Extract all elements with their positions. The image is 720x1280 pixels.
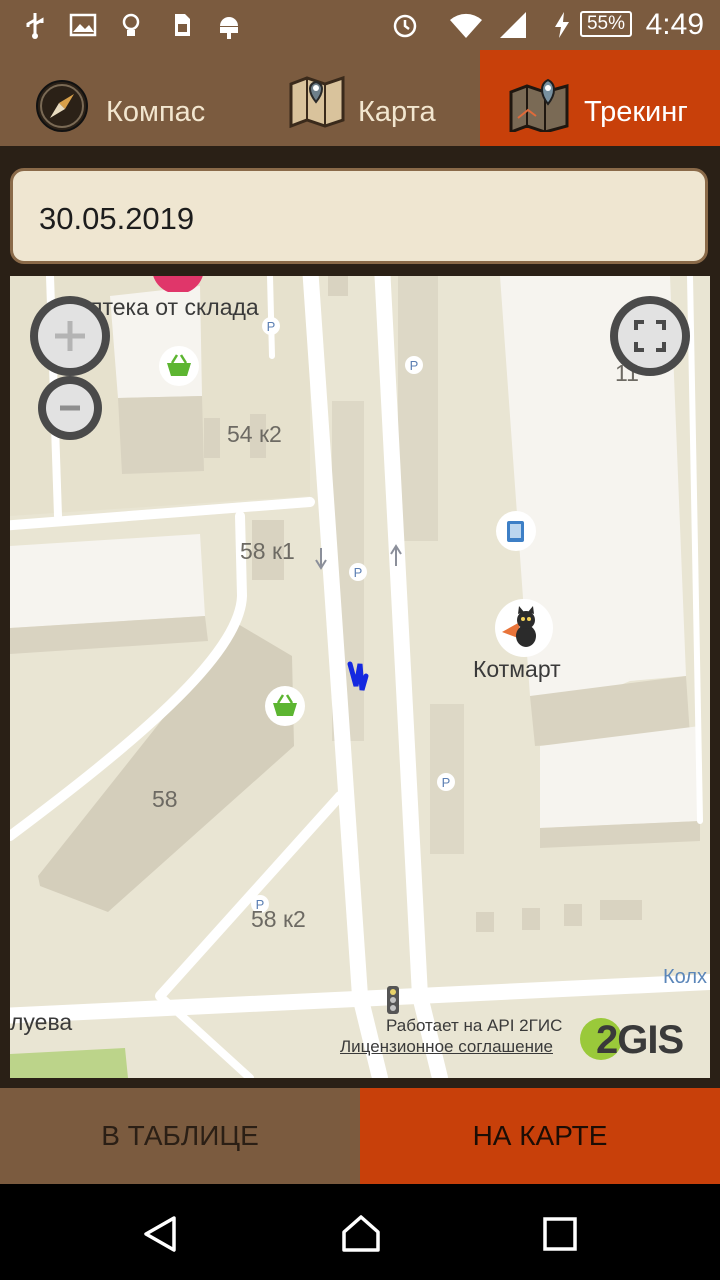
back-icon[interactable] — [140, 1214, 180, 1254]
map-view[interactable]: P P P P P птека от склада 54 к2 58 к1 58… — [10, 276, 710, 1078]
svg-text:P: P — [267, 319, 276, 334]
license-link[interactable]: Лицензионное соглашение — [340, 1037, 553, 1057]
tab-tracking[interactable]: Трекинг — [480, 50, 720, 146]
sim-card-icon — [175, 14, 190, 36]
android-icon — [220, 17, 238, 39]
zoom-out-button[interactable] — [38, 376, 102, 440]
2gis-logo: 2GIS — [596, 1018, 684, 1062]
zoom-in-button[interactable] — [30, 296, 110, 376]
minus-icon — [46, 384, 94, 432]
image-icon — [69, 13, 97, 37]
svg-text:P: P — [410, 358, 419, 373]
alarm-icon — [393, 14, 417, 38]
map-label-pharmacy: птека от склада — [90, 294, 259, 320]
plus-icon — [38, 304, 102, 368]
pharmacy-pin-icon[interactable] — [150, 276, 206, 292]
signal-icon — [500, 12, 526, 38]
grocery-basket-icon[interactable] — [264, 685, 306, 727]
map-label-street-lueva: луева — [10, 1009, 73, 1035]
tracking-content: 30.05.2019 P P P P P птека от склада 54 … — [0, 146, 720, 1088]
parking-icon: P — [437, 773, 455, 791]
map-pin-icon — [289, 75, 345, 128]
tab-map[interactable]: Карта — [240, 50, 480, 146]
date-value: 30.05.2019 — [39, 201, 195, 236]
map-label-58k2: 58 к2 — [251, 906, 306, 932]
battery-indicator: 55% — [580, 11, 632, 37]
map-label-58: 58 — [152, 786, 178, 812]
tab-compass-label: Компас — [106, 96, 206, 128]
traffic-light-icon — [387, 986, 399, 1014]
fullscreen-button[interactable] — [610, 296, 690, 376]
tab-bar: Компас Карта Трекинг — [0, 50, 720, 146]
svg-text:P: P — [442, 775, 451, 790]
parking-icon: P — [262, 317, 280, 335]
map-canvas[interactable] — [10, 276, 710, 1078]
lightbulb-icon — [122, 13, 140, 36]
navigation-bar — [0, 1184, 720, 1280]
map-label-58k1: 58 к1 — [240, 538, 295, 564]
map-label-street-kolh: Колх — [663, 966, 708, 988]
tracking-map-icon — [509, 78, 569, 132]
wifi-icon — [450, 13, 482, 38]
home-icon[interactable] — [340, 1212, 382, 1254]
clock: 4:49 — [645, 8, 704, 41]
status-bar: 55% 4:49 — [0, 0, 720, 50]
tab-map-label: Карта — [358, 96, 436, 128]
date-selector[interactable]: 30.05.2019 — [10, 168, 708, 264]
parking-icon: P — [349, 563, 367, 581]
show-on-map-button[interactable]: НА КАРТЕ — [360, 1088, 720, 1184]
parking-icon: P — [405, 356, 423, 374]
attribution-api: Работает на API 2ГИС — [386, 1016, 563, 1035]
tab-compass[interactable]: Компас — [0, 50, 240, 146]
charging-icon — [555, 12, 569, 38]
show-in-table-button[interactable]: В ТАБЛИЦЕ — [0, 1088, 360, 1184]
map-label-54k2: 54 к2 — [227, 421, 282, 447]
kotmart-cat-icon[interactable] — [494, 598, 554, 658]
book-shop-icon[interactable] — [495, 510, 537, 552]
compass-icon — [36, 80, 88, 132]
map-label-kotmart: Котмарт — [473, 656, 561, 682]
grocery-basket-icon[interactable] — [158, 345, 200, 387]
svg-text:P: P — [354, 565, 363, 580]
fullscreen-icon — [618, 304, 682, 368]
recents-icon[interactable] — [542, 1216, 578, 1252]
usb-icon — [26, 13, 44, 39]
tab-tracking-label: Трекинг — [584, 96, 688, 128]
